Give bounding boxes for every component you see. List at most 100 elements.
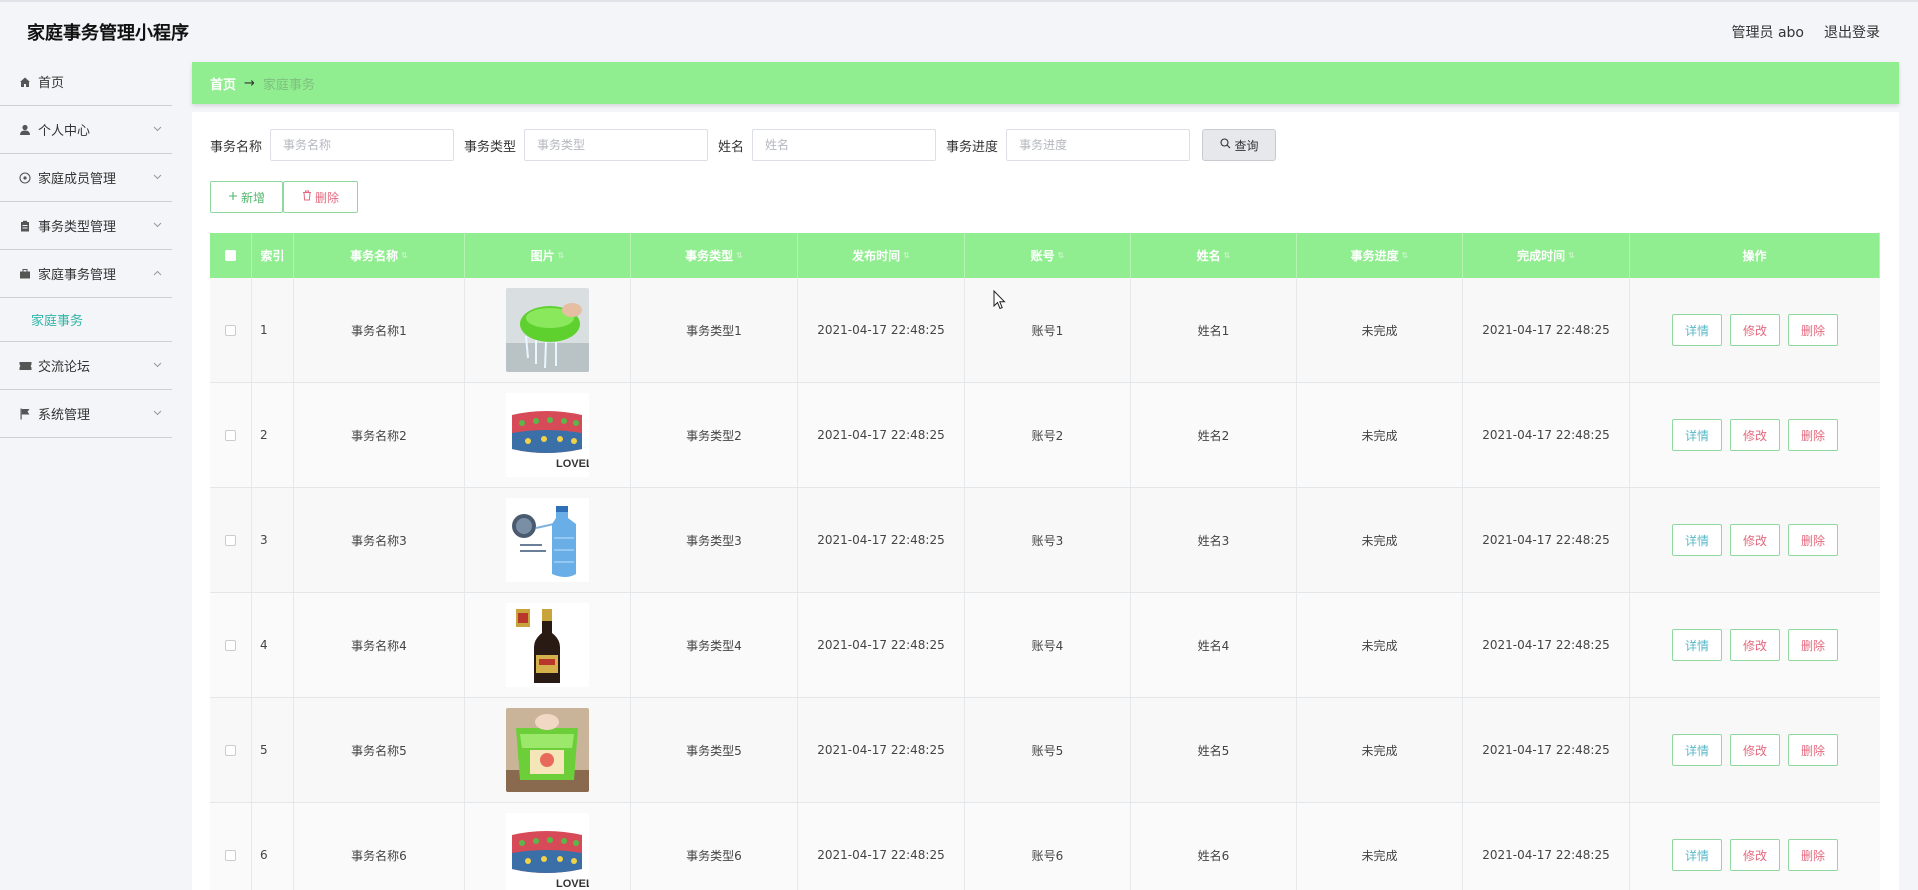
affair-type-input[interactable] <box>524 129 709 161</box>
column-header-label: 完成时间 <box>1517 249 1566 263</box>
delete-button[interactable]: 删除 <box>1788 419 1838 451</box>
cell-published: 2021-04-17 22:48:25 <box>798 278 965 382</box>
towel-brand-text: LOVEL <box>556 878 589 890</box>
sidebar-item-forum[interactable]: 交流论坛 <box>0 342 172 390</box>
user-area: 管理员 abo 退出登录 <box>1732 22 1880 42</box>
delete-button[interactable]: 删除 <box>1788 629 1838 661</box>
breadcrumb-home[interactable]: 首页 <box>210 74 236 93</box>
detail-button[interactable]: 详情 <box>1672 314 1722 346</box>
detail-button[interactable]: 详情 <box>1672 734 1722 766</box>
column-header-completed[interactable]: 完成时间 ⇅ <box>1463 233 1630 278</box>
column-header-progress[interactable]: 事务进度 ⇅ <box>1297 233 1463 278</box>
cell-image <box>465 698 631 802</box>
sidebar-item-home[interactable]: 首页 <box>0 58 172 106</box>
detail-button[interactable]: 详情 <box>1672 524 1722 556</box>
row-checkbox[interactable] <box>225 324 236 336</box>
cell-completed: 2021-04-17 22:48:25 <box>1463 593 1630 697</box>
edit-button[interactable]: 修改 <box>1730 524 1780 556</box>
row-select-cell <box>210 698 252 802</box>
column-header-published[interactable]: 发布时间 ⇅ <box>798 233 965 278</box>
row-checkbox[interactable] <box>225 849 236 861</box>
cell-account: 账号4 <box>965 593 1131 697</box>
sidebar-item-personal-center[interactable]: 个人中心 <box>0 106 172 154</box>
edit-button[interactable]: 修改 <box>1730 419 1780 451</box>
column-header-name[interactable]: 事务名称 ⇅ <box>294 233 465 278</box>
column-header-type[interactable]: 事务类型 ⇅ <box>631 233 798 278</box>
edit-button[interactable]: 修改 <box>1730 314 1780 346</box>
affair-progress-input[interactable] <box>1006 129 1191 161</box>
sidebar-item-family-affairs[interactable]: 家庭事务管理 <box>0 250 172 298</box>
affair-thumbnail[interactable]: LOVEL <box>506 393 589 477</box>
briefcase-icon <box>18 267 32 281</box>
row-checkbox[interactable] <box>225 534 236 546</box>
column-header-account[interactable]: 账号 ⇅ <box>965 233 1131 278</box>
cell-index: 5 <box>252 698 294 802</box>
column-header-index: 索引 <box>252 233 294 278</box>
delete-button[interactable]: 删除 <box>1788 314 1838 346</box>
breadcrumb: 首页 → 家庭事务 <box>192 62 1899 104</box>
row-checkbox[interactable] <box>225 429 236 441</box>
cell-name: 事务名称3 <box>294 488 465 592</box>
table-header: 索引 事务名称 ⇅ 图片 ⇅ 事务类型 ⇅ 发布时间 ⇅ 账号 ⇅ 姓名 ⇅ 事务进度 ⇅ 完… <box>210 233 1880 278</box>
edit-button[interactable]: 修改 <box>1730 839 1780 871</box>
cell-image: LOVEL <box>465 803 631 890</box>
select-all-cell <box>210 233 252 278</box>
table-row: 5 事务名称5 事务类型5 2021-04-17 22:48:25 账号5 姓名5 未完成 2… <box>210 698 1880 803</box>
row-select-cell <box>210 488 252 592</box>
column-header-label: 图片 <box>530 249 555 263</box>
cell-published: 2021-04-17 22:48:25 <box>798 383 965 487</box>
column-header-label: 事务类型 <box>685 249 734 263</box>
main-content: 事务名称 事务类型 姓名 事务进度 查询 新增 删除 <box>192 112 1899 890</box>
affair-name-input[interactable] <box>270 129 455 161</box>
cell-index: 2 <box>252 383 294 487</box>
detail-button[interactable]: 详情 <box>1672 629 1722 661</box>
breadcrumb-separator: → <box>244 75 255 91</box>
bulk-delete-button-label: 删除 <box>314 190 339 205</box>
affair-thumbnail[interactable] <box>506 288 589 372</box>
delete-button[interactable]: 删除 <box>1788 524 1838 556</box>
person-name-label: 姓名 <box>718 139 745 155</box>
affair-thumbnail[interactable] <box>506 708 589 792</box>
column-header-person[interactable]: 姓名 ⇅ <box>1131 233 1297 278</box>
cell-progress: 未完成 <box>1297 593 1463 697</box>
delete-button[interactable]: 删除 <box>1788 839 1838 871</box>
logout-link[interactable]: 退出登录 <box>1824 22 1880 42</box>
select-all-checkbox[interactable] <box>225 250 236 261</box>
cell-account: 账号2 <box>965 383 1131 487</box>
sidebar-item-system[interactable]: 系统管理 <box>0 390 172 438</box>
column-header-label: 事务进度 <box>1350 249 1399 263</box>
user-icon <box>18 123 32 137</box>
sidebar-item-label: 家庭成员管理 <box>38 172 117 187</box>
sort-icon: ⇅ <box>1568 251 1575 260</box>
affair-thumbnail[interactable] <box>506 603 589 687</box>
affair-thumbnail[interactable] <box>506 498 589 582</box>
sidebar-item-family-members[interactable]: 家庭成员管理 <box>0 154 172 202</box>
add-button[interactable]: 新增 <box>210 181 283 213</box>
affair-thumbnail[interactable]: LOVEL <box>506 813 589 890</box>
breadcrumb-current: 家庭事务 <box>262 77 315 93</box>
edit-button[interactable]: 修改 <box>1730 734 1780 766</box>
cell-name: 事务名称4 <box>294 593 465 697</box>
affair-progress-label: 事务进度 <box>946 139 999 155</box>
sort-icon: ⇅ <box>1057 251 1065 260</box>
table-body: 1 事务名称1 事务类型1 2021-04-17 22:48:25 账号1 姓名1 未完成 2… <box>210 278 1880 890</box>
sidebar-subitem-family-affairs[interactable]: 家庭事务 <box>0 298 172 342</box>
detail-button[interactable]: 详情 <box>1672 839 1722 871</box>
detail-button[interactable]: 详情 <box>1672 419 1722 451</box>
affair-name-label: 事务名称 <box>210 139 263 155</box>
column-header-image[interactable]: 图片 ⇅ <box>465 233 631 278</box>
row-checkbox[interactable] <box>225 639 236 651</box>
bulk-delete-button[interactable]: 删除 <box>283 181 358 213</box>
cell-completed: 2021-04-17 22:48:25 <box>1463 278 1630 382</box>
sidebar-item-label: 首页 <box>38 76 65 91</box>
delete-button[interactable]: 删除 <box>1788 734 1838 766</box>
edit-button[interactable]: 修改 <box>1730 629 1780 661</box>
cell-name: 事务名称6 <box>294 803 465 890</box>
cell-completed: 2021-04-17 22:48:25 <box>1463 488 1630 592</box>
cell-progress: 未完成 <box>1297 278 1463 382</box>
person-name-input[interactable] <box>752 129 937 161</box>
query-button[interactable]: 查询 <box>1202 129 1277 161</box>
sort-icon: ⇅ <box>1401 251 1409 260</box>
sidebar-item-affair-types[interactable]: 事务类型管理 <box>0 202 172 250</box>
row-checkbox[interactable] <box>225 744 236 756</box>
